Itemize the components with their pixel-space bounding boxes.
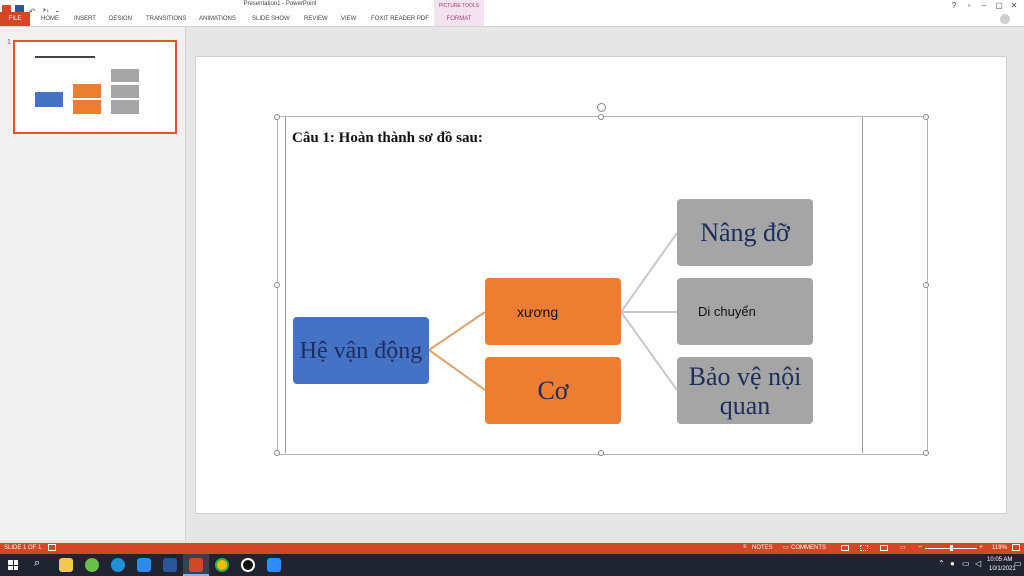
diagram-node-muscle: Cơ	[485, 357, 621, 424]
diagram-node-move: Di chuyển	[677, 278, 813, 345]
diagram-node-protect: Bảo vệ nội quan	[677, 357, 813, 424]
clock-time[interactable]: 10:05 AM	[987, 557, 1012, 563]
connector-bone-support	[620, 232, 678, 313]
notes-button[interactable]: NOTES	[752, 545, 773, 551]
windows-taskbar	[0, 554, 1024, 576]
spell-check-icon[interactable]	[48, 544, 56, 551]
diagram-node-root: Hệ vận động	[293, 317, 429, 384]
fit-slide-icon[interactable]	[1012, 544, 1020, 551]
clock-date[interactable]: 10/1/2021	[989, 566, 1016, 572]
edge-browser-icon[interactable]	[111, 558, 125, 572]
start-icon-pane	[13, 560, 18, 565]
status-bar	[0, 543, 1024, 554]
start-icon-pane	[8, 565, 13, 570]
microphone-icon[interactable]: ●	[950, 559, 955, 568]
file-explorer-icon[interactable]	[59, 558, 73, 572]
search-icon[interactable]: ⌕	[34, 557, 40, 570]
powerpoint-icon[interactable]	[189, 558, 203, 572]
connector-root-muscle	[428, 349, 486, 391]
tray-chevron-icon[interactable]: ⌃	[938, 559, 945, 568]
slide-sorter-icon[interactable]	[860, 545, 868, 551]
zoom-out-button[interactable]: −	[918, 544, 922, 551]
notes-icon: ≡	[743, 544, 747, 550]
diagram-node-support: Nâng đỡ	[677, 199, 813, 266]
notifications-icon[interactable]: ▭	[1014, 559, 1022, 568]
connector-root-bone	[428, 311, 486, 351]
normal-view-icon[interactable]	[841, 545, 849, 551]
start-icon-pane	[8, 560, 13, 565]
slide-show-icon[interactable]: ▭	[900, 544, 906, 551]
zoom-level[interactable]: 119%	[992, 545, 1007, 551]
record-icon[interactable]	[241, 558, 255, 572]
diagram-node-bone: xương	[485, 278, 621, 345]
slide-count-status[interactable]: SLIDE 1 OF 1	[4, 545, 41, 551]
connector-bone-protect	[620, 311, 678, 391]
app-icon[interactable]	[85, 558, 99, 572]
volume-icon[interactable]: ◁	[975, 559, 981, 568]
start-icon-pane	[13, 565, 18, 570]
zoom-slider-thumb[interactable]	[950, 545, 953, 551]
zalo-icon[interactable]	[137, 558, 151, 572]
comments-button[interactable]: COMMENTS	[791, 545, 826, 551]
zoom-in-button[interactable]: +	[979, 544, 983, 551]
comments-icon: ▭	[783, 545, 789, 551]
word-icon[interactable]	[163, 558, 177, 572]
start-icon[interactable]	[8, 560, 18, 570]
reading-view-icon[interactable]	[880, 545, 888, 551]
network-icon[interactable]: ▭	[962, 559, 970, 568]
slide-title: Câu 1: Hoàn thành sơ đồ sau:	[292, 130, 483, 146]
zoom-meetings-icon[interactable]	[267, 558, 281, 572]
chrome-icon[interactable]	[215, 558, 229, 572]
